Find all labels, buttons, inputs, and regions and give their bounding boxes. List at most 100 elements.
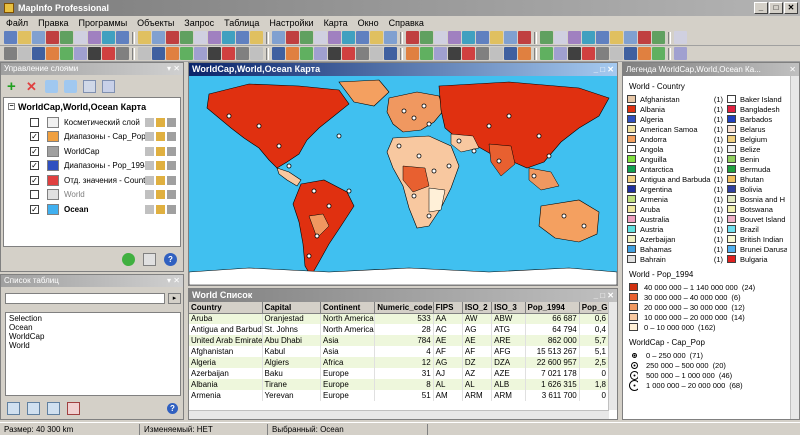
table-cell[interactable]: 3 611 700	[525, 390, 580, 401]
capital-point[interactable]	[416, 153, 422, 159]
capital-point[interactable]	[531, 173, 537, 179]
toolbar-button-icon[interactable]	[342, 47, 355, 60]
table-row[interactable]: Algeria Algiers Africa 12 AG DZ DZA 22 600 957 2…	[189, 357, 610, 368]
layer-action-icon[interactable]	[156, 204, 165, 214]
table-cell[interactable]: Afghanistan	[189, 346, 263, 357]
table-cell[interactable]: AL	[462, 379, 493, 390]
menu-file[interactable]: Файл	[6, 18, 28, 28]
toolbar-button-icon[interactable]	[490, 31, 503, 44]
capital-point[interactable]	[314, 233, 320, 239]
toolbar-button-icon[interactable]	[476, 31, 489, 44]
toolbar-button-icon[interactable]	[540, 31, 553, 44]
toolbar-button-icon[interactable]	[448, 47, 461, 60]
toolbar-button-icon[interactable]	[568, 31, 581, 44]
toolbar-button-icon[interactable]	[490, 47, 503, 60]
layer-row[interactable]: ✓ WorldCap	[4, 144, 180, 159]
toolbar-button-icon[interactable]	[356, 31, 369, 44]
capital-point[interactable]	[326, 203, 332, 209]
toolbar-button-icon[interactable]	[582, 47, 595, 60]
table-cell[interactable]: 0,6	[579, 313, 610, 324]
table-cell[interactable]: 51	[374, 390, 434, 401]
column-header[interactable]: Capital	[262, 302, 321, 314]
column-header[interactable]: Numeric_code	[374, 302, 434, 314]
capital-point[interactable]	[276, 143, 282, 149]
capital-point[interactable]	[561, 213, 567, 219]
table-cell[interactable]: Europe	[320, 390, 376, 401]
toolbar-button-icon[interactable]	[88, 47, 101, 60]
table-cell[interactable]: 66 687	[525, 313, 580, 324]
table-item[interactable]: WorldCap	[9, 332, 177, 341]
layer-action-icon[interactable]	[167, 117, 176, 127]
toolbar-button-icon[interactable]	[152, 47, 165, 60]
table-cell[interactable]: 5,1	[579, 346, 610, 357]
column-header[interactable]: ISO_3	[491, 302, 526, 314]
toolbar-button-icon[interactable]	[116, 47, 129, 60]
layer-row[interactable]: ✓ Диапазоны - Pop_1994	[4, 159, 180, 174]
toolbar-button-icon[interactable]	[652, 31, 665, 44]
capital-point[interactable]	[536, 133, 542, 139]
table-cell[interactable]: 1,8	[579, 379, 610, 390]
table-cell[interactable]: United Arab Emirates	[189, 335, 263, 346]
toolbar-button-icon[interactable]	[674, 47, 687, 60]
table-cell[interactable]: 7 021 178	[525, 368, 580, 379]
toolbar-button-icon[interactable]	[406, 31, 419, 44]
panel-close-icon[interactable]: ▾ ✕	[167, 63, 183, 75]
toolbar-button-icon[interactable]	[624, 31, 637, 44]
minimize-button[interactable]: _	[754, 2, 768, 14]
column-header[interactable]: Pop_1994	[525, 302, 580, 314]
layer-visibility-checkbox[interactable]	[30, 117, 39, 127]
toolbar-button-icon[interactable]	[434, 47, 447, 60]
layer-action-icon[interactable]	[167, 175, 176, 185]
toolbar-button-icon[interactable]	[328, 47, 341, 60]
table-cell[interactable]: 784	[374, 335, 434, 346]
table-cell[interactable]: 15 513 267	[525, 346, 580, 357]
toolbar-button-icon[interactable]	[250, 47, 263, 60]
toolbar-button-icon[interactable]	[4, 47, 17, 60]
table-cell[interactable]: Kabul	[262, 346, 321, 357]
toolbar-button-icon[interactable]	[674, 31, 687, 44]
layer-row[interactable]: ✓ Ocean	[4, 202, 180, 217]
toolbar-button-icon[interactable]	[596, 47, 609, 60]
table-cell[interactable]: Europe	[320, 368, 376, 379]
toolbar-button-icon[interactable]	[236, 47, 249, 60]
table-cell[interactable]: ARM	[462, 390, 493, 401]
open-table-icon[interactable]	[7, 402, 20, 415]
vertical-scrollbar[interactable]	[608, 302, 617, 410]
menu-help[interactable]: Справка	[389, 18, 424, 28]
window-controls-icon[interactable]: _ □ ✕	[594, 63, 617, 76]
table-cell[interactable]: AA	[433, 313, 463, 324]
layer-action-icon[interactable]	[145, 146, 154, 156]
table-cell[interactable]: AZE	[491, 368, 526, 379]
capital-point[interactable]	[256, 123, 262, 129]
toolbar-button-icon[interactable]	[194, 31, 207, 44]
table-cell[interactable]: Yerevan	[262, 390, 321, 401]
table-cell[interactable]: AF	[433, 346, 463, 357]
capital-point[interactable]	[471, 148, 477, 154]
table-search-input[interactable]	[5, 293, 165, 304]
toolbar-button-icon[interactable]	[180, 31, 193, 44]
table-cell[interactable]: 31	[374, 368, 434, 379]
layer-row[interactable]: ✓ Отд. значения - Countr	[4, 173, 180, 188]
layer-visibility-checkbox[interactable]: ✓	[30, 204, 39, 214]
toolbar-button-icon[interactable]	[370, 47, 383, 60]
table-cell[interactable]: AM	[433, 390, 463, 401]
toolbar-button-icon[interactable]	[554, 31, 567, 44]
capital-point[interactable]	[426, 121, 432, 127]
table-row[interactable]: Antigua and Barbuda St. Johns North Americ…	[189, 324, 610, 335]
layer-action-icon[interactable]	[156, 175, 165, 185]
toolbar-button-icon[interactable]	[356, 47, 369, 60]
window-controls-icon[interactable]: _ □ ✕	[594, 289, 617, 302]
toolbar-button-icon[interactable]	[328, 31, 341, 44]
table-cell[interactable]: 12	[374, 357, 434, 368]
capital-point[interactable]	[286, 163, 292, 169]
table-cell[interactable]: AFG	[491, 346, 526, 357]
layer-action-icon[interactable]	[167, 132, 176, 142]
move-down-icon[interactable]	[64, 79, 77, 93]
table-cell[interactable]: 533	[374, 313, 434, 324]
toolbar-button-icon[interactable]	[32, 31, 45, 44]
table-cell[interactable]: 22 600 957	[525, 357, 580, 368]
table-cell[interactable]: 64 794	[525, 324, 580, 335]
menu-edit[interactable]: Правка	[38, 18, 68, 28]
layer-visibility-checkbox[interactable]: ✓	[30, 161, 39, 171]
capital-point[interactable]	[486, 123, 492, 129]
